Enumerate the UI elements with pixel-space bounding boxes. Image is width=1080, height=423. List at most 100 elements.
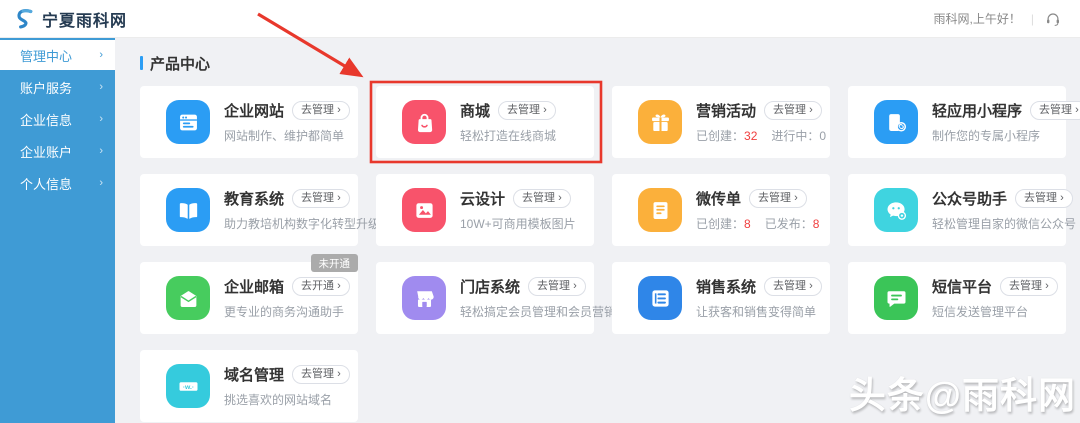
section-title-bar [140,56,143,70]
product-desc: 助力教培机构数字化转型升级 [224,217,381,231]
product-title: 企业邮箱 [224,279,285,296]
manage-button[interactable]: 去管理 › [292,189,350,208]
product-title: 云设计 [460,191,506,208]
sidebar: 管理中心 › 账户服务 › 企业信息 › 企业账户 › 个人信息 › [0,38,115,423]
product-card-marketing: 营销活动 去管理 › 已创建：32 进行中：0 [612,86,830,158]
sidebar-item-label: 企业账户 [20,144,73,160]
product-card-official-account: 公众号助手 去管理 › 轻松管理自家的微信公众号 [848,174,1077,246]
product-desc: 轻松搞定会员管理和会员营销 [460,305,617,319]
chevron-right-icon: › [99,145,103,157]
stat-value: 32 [744,129,758,143]
section-title-text: 产品中心 [150,55,211,73]
sales-list-icon [638,276,682,320]
stat-value: 8 [744,217,751,231]
chevron-right-icon: › [99,81,103,93]
manage-button[interactable]: 去管理 › [292,365,350,384]
product-desc: 短信发送管理平台 [932,305,1029,319]
website-icon [166,100,210,144]
product-desc: 制作您的专属小程序 [932,129,1041,143]
sidebar-item-account-services[interactable]: 账户服务 › [0,72,115,102]
product-card-sms-platform: 短信平台 去管理 › 短信发送管理平台 [848,262,1066,334]
product-title: 营销活动 [696,103,757,120]
product-title: 商城 [460,103,491,120]
product-title: 销售系统 [696,279,757,296]
activate-button[interactable]: 去开通 › [292,277,350,296]
manage-button[interactable]: 去管理 › [749,189,807,208]
product-card-miniapp: 轻应用小程序 去管理 › 制作您的专属小程序 [848,86,1080,158]
manage-button[interactable]: 去管理 › [764,277,822,296]
section-title: 产品中心 [140,54,1080,73]
main-content: 产品中心 企业网站 去管理 › 网站制作、维护都简单 商城 去管理 › 轻松打造… [115,38,1080,423]
miniapp-icon [874,100,918,144]
top-header: 宁夏雨科网 雨科网,上午好！ | [0,0,1080,38]
sidebar-item-personal-info[interactable]: 个人信息 › [0,168,115,198]
product-title: 轻应用小程序 [932,103,1023,120]
manage-button[interactable]: 去管理 › [1030,101,1080,120]
stat-label: 进行中： [771,129,820,143]
sidebar-item-label: 企业信息 [20,112,73,128]
manage-button[interactable]: 去管理 › [292,101,350,120]
mall-icon [402,100,446,144]
product-title: 公众号助手 [932,191,1008,208]
sidebar-item-company-account[interactable]: 企业账户 › [0,136,115,166]
product-title: 教育系统 [224,191,285,208]
sidebar-item-label: 个人信息 [20,176,73,192]
chevron-right-icon: › [99,177,103,189]
logo-ribbon-icon [17,8,33,29]
product-card-mall: 商城 去管理 › 轻松打造在线商城 [376,86,594,158]
product-grid: 企业网站 去管理 › 网站制作、维护都简单 商城 去管理 › 轻松打造在线商城 [140,86,1080,422]
flyer-icon [638,188,682,232]
svg-text:·w.·: ·w.· [182,383,193,390]
product-desc: 轻松管理自家的微信公众号 [932,217,1077,231]
wechat-bubble-icon [874,188,918,232]
header-separator: | [1030,11,1034,26]
headset-icon[interactable] [1044,10,1062,28]
manage-button[interactable]: 去管理 › [513,189,571,208]
product-desc: 挑选喜欢的网站域名 [224,393,333,407]
logo-text: 宁夏雨科网 [42,12,128,30]
product-desc: 网站制作、维护都简单 [224,129,345,143]
greeting-text: 雨科网,上午好！ [933,12,1021,26]
product-title: 短信平台 [932,279,993,296]
stat-label: 已创建： [696,129,745,143]
product-title: 域名管理 [224,367,285,384]
education-book-icon [166,188,210,232]
manage-button[interactable]: 去管理 › [528,277,586,296]
domain-icon: ·w.· [166,364,210,408]
product-card-website: 企业网站 去管理 › 网站制作、维护都简单 [140,86,358,158]
chevron-right-icon: › [99,49,103,61]
product-card-sales-system: 销售系统 去管理 › 让获客和销售变得简单 [612,262,830,334]
storefront-icon [402,276,446,320]
sidebar-item-label: 管理中心 [20,48,73,64]
manage-button[interactable]: 去管理 › [498,101,556,120]
product-card-enterprise-mail: 未开通 企业邮箱 去开通 › 更专业的商务沟通助手 [140,254,358,334]
sidebar-item-label: 账户服务 [20,80,73,96]
product-desc: 10W+可商用模板图片 [460,217,576,231]
product-title: 微传单 [696,191,742,208]
product-card-micro-flyer: 微传单 去管理 › 已创建：8 已发布：8 [612,174,830,246]
manage-button[interactable]: 去管理 › [764,101,822,120]
stat-label: 已发布： [764,217,813,231]
product-desc: 轻松打造在线商城 [460,129,557,143]
manage-button[interactable]: 去管理 › [1000,277,1058,296]
manage-button[interactable]: 去管理 › [1015,189,1073,208]
stat-value: 8 [812,217,820,231]
sidebar-item-company-info[interactable]: 企业信息 › [0,104,115,134]
stat-label: 已创建： [696,217,745,231]
logo[interactable]: 宁夏雨科网 [12,7,127,31]
product-desc: 让获客和销售变得简单 [696,305,817,319]
envelope-icon [166,276,210,320]
image-icon [402,188,446,232]
chevron-right-icon: › [99,113,103,125]
gift-icon [638,100,682,144]
product-title: 企业网站 [224,103,285,120]
product-title: 门店系统 [460,279,521,296]
not-activated-tag: 未开通 [310,254,358,272]
stat-value: 0 [819,129,827,143]
product-stats: 已创建：8 已发布：8 [696,215,819,232]
sidebar-item-management-center[interactable]: 管理中心 › [0,40,115,70]
product-card-domain: ·w.· 域名管理 去管理 › 挑选喜欢的网站域名 [140,350,358,422]
product-card-store-system: 门店系统 去管理 › 轻松搞定会员管理和会员营销 [376,262,617,334]
product-desc: 更专业的商务沟通助手 [224,305,345,319]
product-card-cloud-design: 云设计 去管理 › 10W+可商用模板图片 [376,174,594,246]
